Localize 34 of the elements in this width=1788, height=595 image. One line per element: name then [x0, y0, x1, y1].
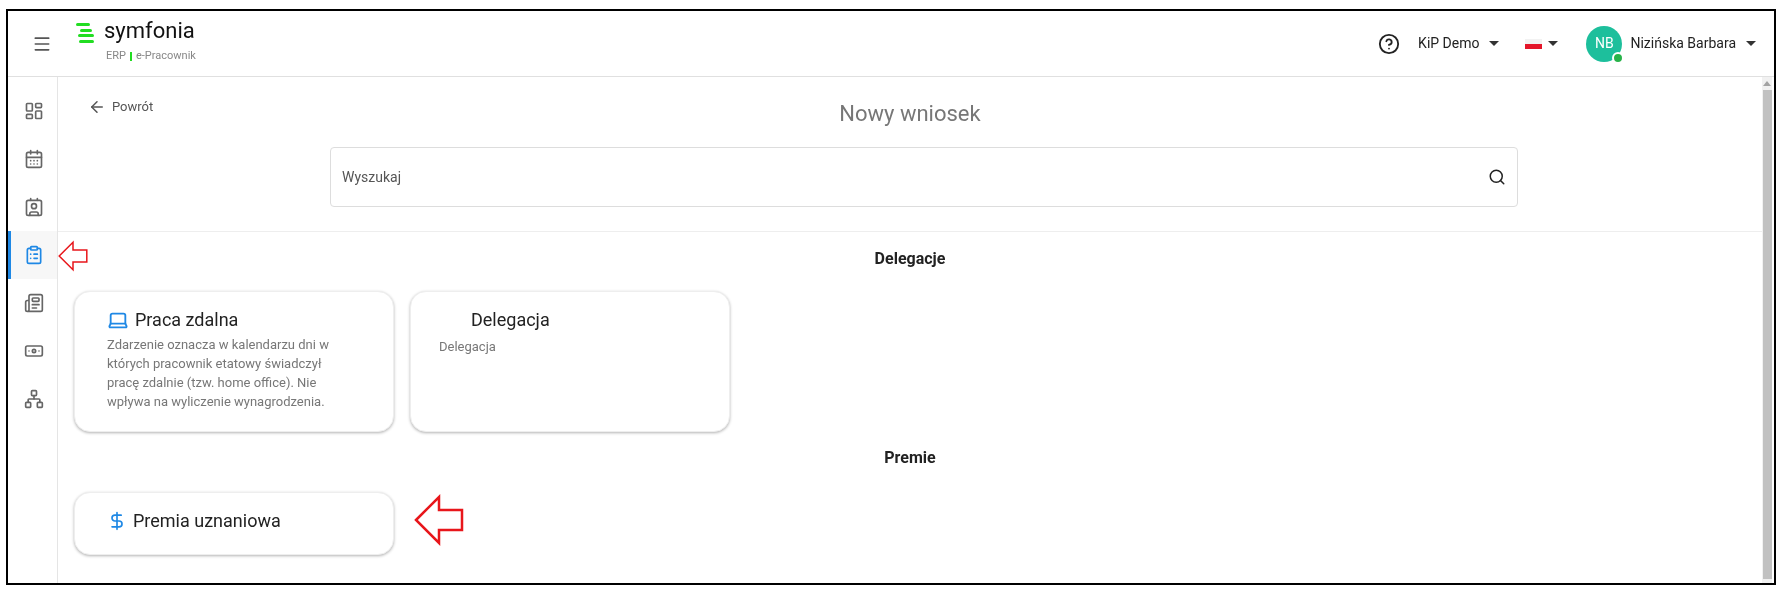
search-icon[interactable] [1488, 168, 1506, 186]
sidebar-item[interactable] [8, 231, 57, 279]
documents-icon [24, 293, 44, 313]
calendar-icon [24, 149, 44, 169]
badge-icon [24, 197, 44, 217]
card-title: Premia uznaniowa [133, 509, 281, 533]
hierarchy-icon [24, 389, 44, 409]
help-icon[interactable] [1378, 32, 1401, 55]
language-dropdown[interactable] [1525, 38, 1559, 49]
card-title: Praca zdalna [135, 308, 239, 332]
search-field[interactable]: Wyszukaj [330, 147, 1518, 207]
clipboard-icon [24, 245, 44, 265]
request-card[interactable]: Delegacja Delegacja [410, 291, 730, 432]
card-description: Zdarzenie oznacza w kalendarzu dni w których pracownik etatowy świadczył pracę zdalnie (tzw. home office). Nie wpływa na wyliczenie wynagrodzenia. [107, 336, 330, 411]
product-name: e-Pracownik [136, 48, 196, 65]
dashboard-icon [24, 101, 44, 121]
section-heading: Premie [883, 447, 937, 469]
card-description: Delegacja [439, 338, 497, 356]
back-link[interactable]: Powrót [88, 97, 154, 117]
caret-icon [1548, 41, 1559, 46]
brand-name: symfonia [104, 20, 195, 43]
annotation-arrow [414, 492, 464, 548]
request-card[interactable]: Praca zdalna Zdarzenie oznacza w kalendarzu dni w których pracownik etatowy świadczył pracę zdalnie (tzw. home office). Nie wpływa na wyliczenie wynagrodzenia. [74, 291, 394, 432]
card-title: Delegacja [471, 308, 550, 332]
caret-icon [1746, 41, 1756, 46]
page-title: Nowy wniosek [839, 99, 981, 128]
section-heading: Delegacje [873, 248, 947, 270]
separator-mark [130, 52, 132, 61]
caret-icon [1489, 41, 1500, 46]
company-dropdown[interactable]: KiP Demo [1418, 33, 1500, 54]
request-card[interactable]: Premia uznaniowa [74, 492, 394, 555]
product-line: ERP [106, 48, 126, 65]
user-menu[interactable]: Nizińska Barbara [1630, 33, 1756, 54]
flag-icon [1525, 38, 1543, 49]
